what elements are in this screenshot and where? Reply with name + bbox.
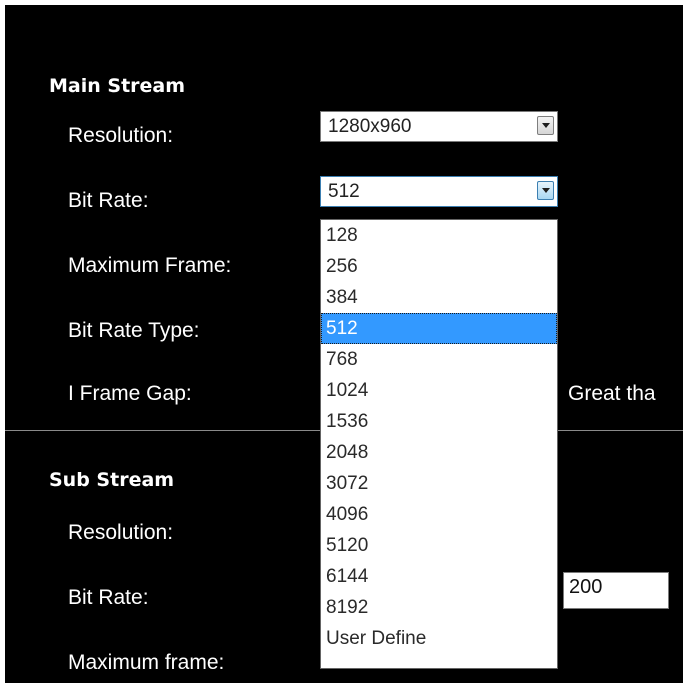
main-bit-rate-select[interactable]: 512 <box>320 176 558 207</box>
sub-bit-rate-input[interactable]: 200 <box>563 572 669 609</box>
dropdown-option[interactable]: 6144 <box>321 561 557 592</box>
dropdown-option[interactable]: 512 <box>321 313 557 344</box>
sub-max-frame-label: Maximum frame: <box>68 651 225 674</box>
main-iframe-gap-label: I Frame Gap: <box>68 382 192 405</box>
dropdown-option[interactable]: 768 <box>321 344 557 375</box>
iframe-gap-note: Great tha <box>568 382 656 405</box>
screen: Main Stream Resolution: 1280x960 Bit Rat… <box>0 0 683 683</box>
chevron-down-icon[interactable] <box>537 181 554 200</box>
main-bit-rate-type-label: Bit Rate Type: <box>68 319 200 342</box>
main-resolution-value: 1280x960 <box>328 116 412 137</box>
dropdown-option[interactable]: 5120 <box>321 530 557 561</box>
sub-stream-title: Sub Stream <box>49 469 175 491</box>
main-resolution-select[interactable]: 1280x960 <box>320 111 558 142</box>
main-resolution-label: Resolution: <box>68 124 174 147</box>
sub-resolution-label: Resolution: <box>68 521 174 544</box>
stream-settings-panel: Main Stream Resolution: 1280x960 Bit Rat… <box>5 5 683 683</box>
dropdown-option[interactable]: 3072 <box>321 468 557 499</box>
bit-rate-dropdown-list: 128 256 384 512 768 1024 1536 2048 3072 4096 5120 6… <box>320 219 558 669</box>
dropdown-option[interactable]: 1536 <box>321 406 557 437</box>
main-stream-title: Main Stream <box>49 75 186 97</box>
dropdown-option[interactable]: 384 <box>321 282 557 313</box>
dropdown-option[interactable]: User Define <box>321 623 557 654</box>
main-bit-rate-label: Bit Rate: <box>68 189 149 212</box>
chevron-down-icon[interactable] <box>537 116 554 135</box>
sub-bit-rate-label: Bit Rate: <box>68 586 149 609</box>
dropdown-option[interactable]: 1024 <box>321 375 557 406</box>
dropdown-option[interactable]: 256 <box>321 251 557 282</box>
dropdown-option[interactable]: 128 <box>321 220 557 251</box>
dropdown-option[interactable]: 8192 <box>321 592 557 623</box>
sub-bit-rate-input-value: 200 <box>569 576 603 598</box>
main-bit-rate-value: 512 <box>328 181 360 202</box>
main-max-frame-label: Maximum Frame: <box>68 254 232 277</box>
dropdown-option[interactable]: 2048 <box>321 437 557 468</box>
dropdown-option[interactable]: 4096 <box>321 499 557 530</box>
